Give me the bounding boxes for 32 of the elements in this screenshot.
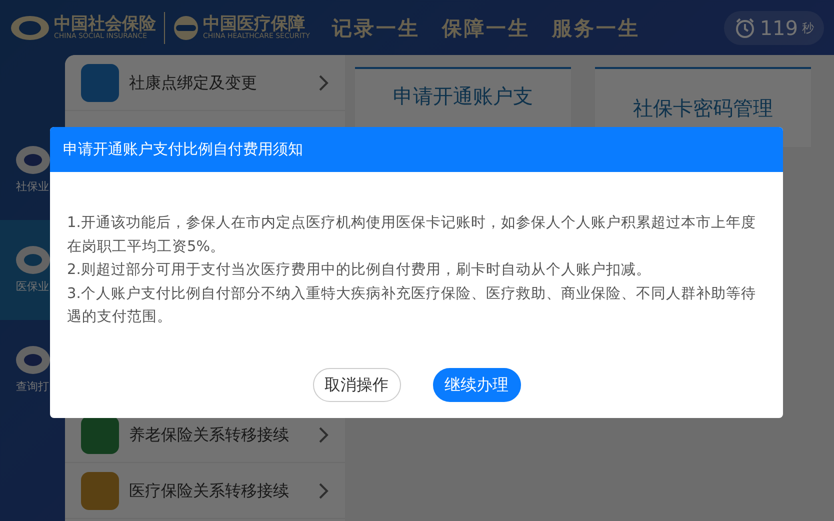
logo-icon [14,344,50,375]
dialog-title: 申请开通账户支付比例自付费用须知 [50,127,783,172]
sidebar-label: 查询打 [16,378,49,395]
sidebar-label: 社保业 [16,178,49,195]
service-item[interactable]: 社康点绑定及变更 [129,70,309,94]
alarm-clock-icon [734,16,756,38]
chevron-right-icon [319,74,329,90]
cancel-button[interactable]: 取消操作 [312,368,400,402]
timer-value: 119 [760,14,798,42]
chevron-right-icon [319,482,329,498]
service-item[interactable]: 养老保险关系转移接续 [129,422,309,446]
logo-icon [173,14,199,40]
continue-button[interactable]: 继续办理 [432,368,520,402]
slogan: 服务一生 [552,14,640,42]
chevron-right-icon [319,426,329,442]
notice-paragraph: 2.则超过部分可用于支付当次医疗费用中的比例自付费用，刷卡时自动从个人账户扣减。 [67,260,652,280]
service-icon [81,64,119,102]
logo-icon [14,144,50,175]
slogan: 保障一生 [442,14,530,42]
notice-paragraph: 1.开通该功能后，参保人在市内定点医疗机构使用医保卡记账时，如参保人个人账户积累超过本市上年度在岗职工平均工资5%。 [67,214,757,256]
service-item[interactable]: 医疗保险关系转移接续 [129,478,309,502]
sidebar-label: 医保业 [16,278,49,295]
logo-icon [10,14,50,40]
divider-line [164,12,165,44]
logo-name: 中国社会保险 [54,16,156,32]
slogan: 记录一生 [332,14,420,42]
notice-paragraph: 3.个人账户支付比例自付部分不纳入重特大疾病补充医疗保险、医疗救助、商业保险、不同人群补助等待遇的支付范围。 [67,284,757,327]
service-icon [81,472,119,510]
timer-unit: 秒 [802,20,814,36]
logo-icon [14,244,50,275]
service-icon [81,416,119,454]
logo-name: 中国医疗保障 [203,16,305,32]
